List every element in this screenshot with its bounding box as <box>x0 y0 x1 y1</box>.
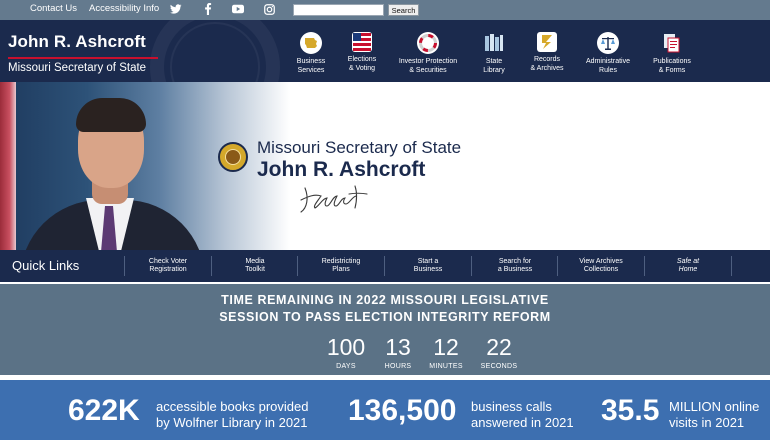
state-flag-background <box>0 82 16 250</box>
quick-link-search-for-a-business[interactable]: Search for a Business <box>472 255 558 277</box>
stat-online-visits-number: 35.5 <box>601 394 660 427</box>
documents-icon <box>661 32 683 54</box>
nav-label: Elections & Voting <box>347 56 377 72</box>
signature-image <box>300 185 368 213</box>
quick-link-redistricting-plans[interactable]: Redistricting Plans <box>298 255 384 277</box>
quick-link-view-archives-collections[interactable]: View Archives Collections <box>558 255 644 277</box>
site-logo-subtitle[interactable]: Missouri Secretary of State <box>8 62 146 74</box>
accessibility-info-link[interactable]: Accessibility Info <box>89 3 159 14</box>
quick-link-check-voter-registration[interactable]: Check Voter Registration <box>125 255 211 277</box>
search-button[interactable]: Search <box>388 4 419 16</box>
missouri-map-icon <box>300 32 322 54</box>
facebook-icon[interactable] <box>202 3 214 15</box>
countdown-title: TIME REMAINING IN 2022 MISSOURI LEGISLAT… <box>219 293 551 324</box>
nav-administrative-rules[interactable]: Administrative Rules <box>573 32 643 75</box>
nav-label: Records & Archives <box>530 56 564 72</box>
nav-investor-protection[interactable]: Investor Protection & Securities <box>393 32 463 75</box>
portrait-photo <box>0 82 290 250</box>
countdown-days-value: 100 <box>326 334 366 360</box>
site-header: John R. Ashcroft Missouri Secretary of S… <box>0 20 770 82</box>
stat-online-visits-text: MILLION online visits in 2021 <box>669 399 760 430</box>
quick-link-media-toolkit[interactable]: Media Toolkit <box>212 255 298 277</box>
missouri-seal-center <box>225 149 241 165</box>
hero-banner: Missouri Secretary of State John R. Ashc… <box>0 82 770 250</box>
nav-records-archives[interactable]: Records & Archives <box>512 32 582 73</box>
lifebuoy-icon <box>417 32 439 54</box>
books-icon <box>483 32 505 54</box>
quick-links-title: Quick Links <box>12 258 80 273</box>
countdown-days: 100 DAYS <box>316 334 376 370</box>
instagram-icon[interactable] <box>263 3 275 15</box>
lightning-record-icon <box>537 32 557 52</box>
site-logo-name[interactable]: John R. Ashcroft <box>8 32 146 52</box>
nav-label: Publications & Forms <box>653 58 691 74</box>
contact-us-link[interactable]: Contact Us <box>30 3 77 14</box>
nav-label: Administrative Rules <box>586 58 630 74</box>
quick-links-divider <box>731 256 732 276</box>
nav-label: State Library <box>483 58 505 74</box>
stat-business-calls-number: 136,500 <box>348 394 457 427</box>
countdown-seconds: 22 SECONDS <box>469 334 529 370</box>
nav-elections-voting[interactable]: Elections & Voting <box>327 32 397 73</box>
brand-divider <box>8 57 158 59</box>
countdown-minutes-value: 12 <box>433 334 459 360</box>
legislative-countdown: TIME REMAINING IN 2022 MISSOURI LEGISLAT… <box>0 284 770 375</box>
quick-links-bar: Quick Links Check Voter Registration Med… <box>0 250 770 282</box>
quick-link-start-a-business[interactable]: Start a Business <box>385 255 471 277</box>
search-input[interactable] <box>293 4 384 16</box>
nav-label: Investor Protection & Securities <box>398 58 458 74</box>
nav-publications-forms[interactable]: Publications & Forms <box>637 32 707 75</box>
flag-icon <box>352 32 372 52</box>
countdown-seconds-value: 22 <box>486 334 512 360</box>
countdown-minutes-label: MINUTES <box>429 363 463 370</box>
scales-icon <box>597 32 619 54</box>
stat-wolfner-books-text: accessible books provided by Wolfner Lib… <box>156 399 309 430</box>
stat-business-calls-text: business calls answered in 2021 <box>471 399 574 430</box>
quick-link-safe-at-home[interactable]: Safe at Home <box>645 255 731 277</box>
hero-official-name: John R. Ashcroft <box>257 158 426 181</box>
twitter-icon[interactable] <box>170 3 182 15</box>
nav-label: Business Services <box>296 58 326 74</box>
countdown-seconds-label: SECONDS <box>480 363 518 370</box>
countdown-days-label: DAYS <box>336 363 356 370</box>
stat-wolfner-books-number: 622K <box>68 394 140 427</box>
utility-bar: Contact Us Accessibility Info Search <box>0 0 770 20</box>
statistics-band: 622K accessible books provided by Wolfne… <box>0 380 770 440</box>
countdown-minutes: 12 MINUTES <box>416 334 476 370</box>
portrait-hair <box>76 98 146 132</box>
youtube-icon[interactable] <box>232 3 244 15</box>
hero-office-title: Missouri Secretary of State <box>257 138 462 157</box>
